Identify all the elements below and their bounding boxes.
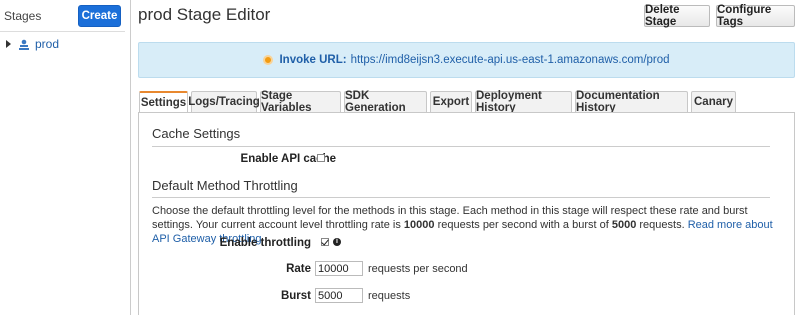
- tab-settings[interactable]: Settings: [139, 91, 188, 113]
- section-divider: [152, 197, 770, 198]
- invoke-url-banner: Invoke URL: https://imd8eijsn3.execute-a…: [138, 42, 795, 78]
- account-rate-value: 10000: [403, 219, 435, 231]
- stage-label[interactable]: prod: [35, 37, 59, 51]
- stage-editor: prod Stage Editor Delete Stage Configure…: [131, 0, 800, 315]
- tab-stage-variables[interactable]: Stage Variables: [260, 90, 341, 114]
- burst-input[interactable]: [315, 288, 363, 303]
- cache-settings-heading: Cache Settings: [152, 126, 241, 141]
- invoke-url-link[interactable]: https://imd8eijsn3.execute-api.us-east-1…: [351, 54, 670, 66]
- tab-deployment-history[interactable]: Deployment History: [475, 90, 572, 114]
- enable-throttling-label: Enable throttling: [219, 237, 311, 249]
- create-button[interactable]: Create: [78, 4, 121, 27]
- account-burst-value: 5000: [611, 219, 637, 231]
- page-title: prod Stage Editor: [138, 5, 271, 24]
- throttling-heading: Default Method Throttling: [152, 178, 298, 193]
- tab-export[interactable]: Export: [430, 91, 472, 112]
- enable-cache-checkbox[interactable]: [317, 154, 325, 162]
- tab-canary[interactable]: Canary: [691, 91, 736, 112]
- sidebar-title: Stages: [4, 8, 42, 23]
- section-divider: [152, 146, 770, 147]
- burst-label: Burst: [280, 290, 311, 302]
- expand-triangle-icon[interactable]: [6, 40, 11, 48]
- stage-tabs: Settings Logs/Tracing Stage Variables SD…: [139, 90, 739, 114]
- invoke-url-label: Invoke URL:: [279, 54, 347, 66]
- burst-unit: requests: [368, 290, 411, 302]
- stage-icon: [19, 39, 29, 50]
- enable-throttling-checkbox[interactable]: [321, 238, 329, 246]
- tab-documentation-history[interactable]: Documentation History: [575, 90, 688, 114]
- info-icon[interactable]: i: [333, 238, 341, 246]
- invoke-status-icon: [263, 55, 274, 65]
- tab-logs-tracing[interactable]: Logs/Tracing: [188, 91, 260, 112]
- tab-sdk-generation[interactable]: SDK Generation: [344, 90, 427, 114]
- delete-stage-button[interactable]: Delete Stage: [644, 4, 710, 28]
- sidebar-header: Stages Create: [0, 0, 125, 32]
- settings-panel: Cache Settings Enable API cache Default …: [138, 112, 795, 315]
- rate-input[interactable]: [315, 261, 363, 276]
- rate-unit: requests per second: [368, 263, 468, 275]
- stage-item-prod[interactable]: prod: [0, 35, 125, 53]
- configure-tags-button[interactable]: Configure Tags: [716, 4, 795, 28]
- rate-label: Rate: [286, 263, 311, 275]
- stages-sidebar: Stages Create prod: [0, 0, 125, 315]
